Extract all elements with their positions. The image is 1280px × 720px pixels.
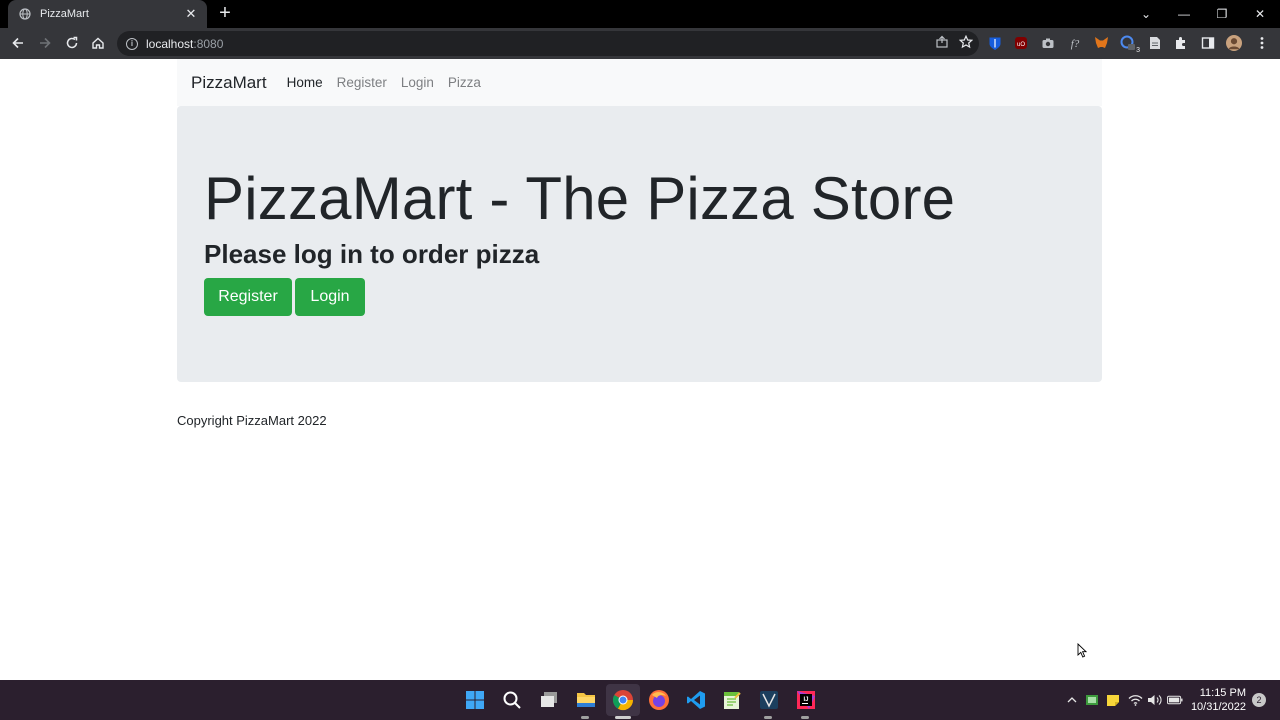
vscode-icon[interactable] [684, 688, 708, 712]
login-button[interactable]: Login [295, 278, 365, 316]
file-explorer-icon[interactable] [574, 688, 598, 712]
volume-icon[interactable] [1146, 692, 1162, 708]
close-window-button[interactable]: ✕ [1241, 0, 1279, 28]
svg-text:IJ: IJ [803, 697, 808, 703]
camera-extension-icon[interactable] [1040, 35, 1056, 51]
taskbar-clock[interactable]: 11:15 PM 10/31/2022 [1191, 686, 1246, 714]
clock-time: 11:15 PM [1199, 687, 1246, 699]
reload-button[interactable] [61, 32, 83, 54]
globe-icon [18, 7, 32, 21]
browser-tab[interactable]: PizzaMart ✕ [8, 0, 207, 28]
sync-extension-icon[interactable]: 3 [1120, 35, 1140, 54]
sql-developer-icon[interactable] [757, 688, 781, 712]
sticky-notes-tray-icon[interactable] [1105, 692, 1121, 708]
ublock-extension-icon[interactable]: uO [1013, 35, 1029, 51]
url-port: :8080 [193, 36, 224, 51]
nav-link-pizza[interactable]: Pizza [448, 75, 481, 90]
hero-jumbotron: PizzaMart - The Pizza Store Please log i… [177, 106, 1102, 382]
profile-avatar[interactable] [1226, 35, 1242, 51]
file-explorer-running-indicator [581, 716, 589, 719]
windows-taskbar: IJ 11:15 PM 10/31/2022 2 [0, 680, 1280, 720]
notepad-icon[interactable] [720, 688, 744, 712]
bookmark-star-icon[interactable] [958, 34, 974, 52]
footer-copyright: Copyright PizzaMart 2022 [177, 413, 327, 428]
tab-search-icon[interactable]: ⌄ [1127, 0, 1165, 28]
chrome-active-indicator [615, 716, 631, 719]
chrome-menu-icon[interactable] [1254, 35, 1270, 51]
bitwarden-extension-icon[interactable] [987, 35, 1003, 51]
extensions-puzzle-icon[interactable] [1173, 35, 1189, 51]
web-page: PizzaMart Home Register Login Pizza Pizz… [0, 59, 1280, 680]
browser-tab-strip: PizzaMart ✕ + ⌄ — ❐ ✕ [0, 0, 1280, 28]
home-button[interactable] [87, 32, 109, 54]
svg-text:f?: f? [1071, 38, 1080, 50]
side-panel-icon[interactable] [1200, 35, 1216, 51]
firefox-icon[interactable] [647, 688, 671, 712]
mouse-cursor-icon [1077, 642, 1088, 663]
formula-extension-icon[interactable]: f? [1067, 35, 1083, 51]
tray-app-icon[interactable] [1084, 692, 1100, 708]
metamask-fox-icon[interactable] [1093, 35, 1109, 51]
tray-overflow-chevron-icon[interactable] [1064, 692, 1080, 708]
wifi-icon[interactable] [1127, 692, 1143, 708]
intellij-icon[interactable]: IJ [794, 688, 818, 712]
hero-title: PizzaMart - The Pizza Store [204, 165, 956, 232]
share-icon[interactable] [935, 35, 949, 52]
register-button[interactable]: Register [204, 278, 292, 316]
new-tab-button[interactable]: + [214, 3, 236, 24]
intellij-running-indicator [801, 716, 809, 719]
battery-charging-icon[interactable] [1167, 692, 1183, 708]
tab-close-icon[interactable]: ✕ [183, 6, 199, 22]
document-extension-icon[interactable] [1147, 35, 1163, 51]
minimize-button[interactable]: — [1165, 0, 1203, 28]
tab-title: PizzaMart [40, 8, 89, 20]
address-bar[interactable]: i localhost:8080 [117, 31, 979, 56]
site-info-icon[interactable]: i [126, 37, 138, 50]
windows-start-icon[interactable] [463, 688, 487, 712]
notification-badge[interactable]: 2 [1252, 693, 1266, 707]
maximize-button[interactable]: ❐ [1203, 0, 1241, 28]
navbar-brand[interactable]: PizzaMart [191, 73, 267, 93]
nav-link-home[interactable]: Home [287, 75, 323, 90]
forward-button[interactable] [34, 32, 56, 54]
task-view-icon[interactable] [537, 688, 561, 712]
chrome-icon[interactable] [606, 684, 640, 716]
hero-subtitle: Please log in to order pizza [204, 239, 540, 269]
browser-toolbar: i localhost:8080 uO f? 3 [0, 28, 1280, 59]
sql-developer-running-indicator [764, 716, 772, 719]
url-host: localhost [146, 36, 194, 51]
extension-badge: 3 [1136, 47, 1140, 54]
search-icon[interactable] [500, 688, 524, 712]
clock-date: 10/31/2022 [1190, 701, 1246, 713]
svg-text:uO: uO [1017, 42, 1025, 48]
nav-link-register[interactable]: Register [337, 75, 387, 90]
nav-link-login[interactable]: Login [401, 75, 434, 90]
site-navbar: PizzaMart Home Register Login Pizza [177, 59, 1102, 106]
back-button[interactable] [7, 32, 29, 54]
